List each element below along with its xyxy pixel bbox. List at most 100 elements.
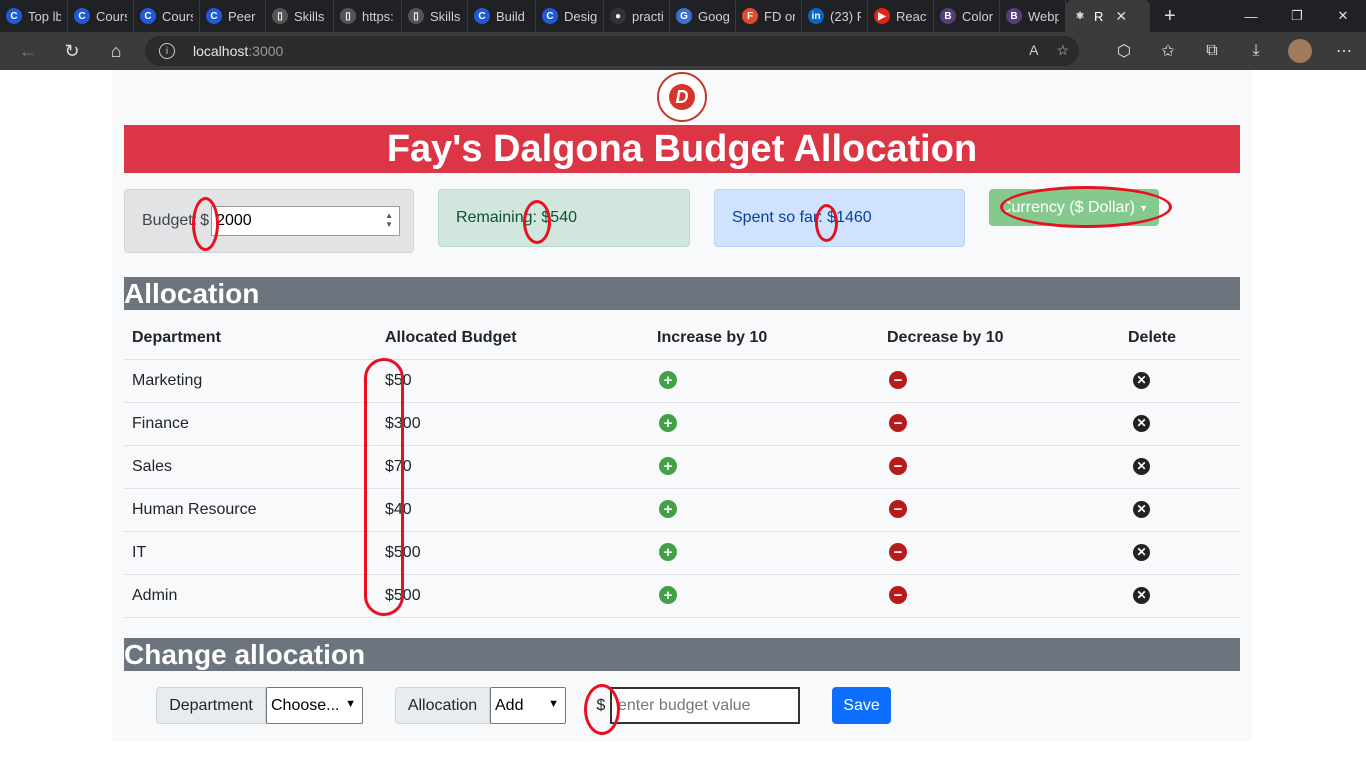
address-bar[interactable]: i localhost:3000 A ☆: [145, 36, 1079, 66]
minus-circle-icon[interactable]: −: [889, 371, 907, 390]
budget-input[interactable]: 2000 ▲ ▼: [211, 206, 401, 236]
spent-value: $1460: [827, 209, 872, 226]
close-circle-icon[interactable]: ✕: [1133, 543, 1150, 561]
minus-circle-icon[interactable]: −: [889, 457, 907, 476]
browser-tab[interactable]: ▯ https:: [334, 0, 402, 32]
change-allocation-heading: Change allocation: [124, 638, 1240, 671]
allocated-budget-cell: $500: [377, 574, 649, 618]
close-circle-icon[interactable]: ✕: [1133, 586, 1150, 604]
browser-tab[interactable]: ▯ Skills: [402, 0, 468, 32]
close-tab-icon[interactable]: ✕: [1115, 8, 1127, 25]
browser-tab[interactable]: C Peer (: [200, 0, 266, 32]
close-circle-icon[interactable]: ✕: [1133, 457, 1150, 475]
minus-circle-icon[interactable]: −: [889, 414, 907, 433]
close-window-icon[interactable]: ✕: [1320, 0, 1366, 32]
tab-label: Top lb: [28, 8, 61, 24]
department-select[interactable]: Choose... ▼: [266, 687, 363, 724]
delete-cell: ✕: [1120, 488, 1240, 532]
close-circle-icon[interactable]: ✕: [1133, 500, 1150, 518]
department-cell: Admin: [124, 574, 377, 618]
back-arrow-icon[interactable]: ←: [6, 32, 50, 70]
table-row: Sales $70 + − ✕: [124, 445, 1240, 489]
spent-card: Spent so far: $1460: [714, 189, 965, 247]
minimize-icon[interactable]: —: [1228, 0, 1274, 32]
minus-circle-icon[interactable]: −: [889, 543, 907, 562]
allocated-budget-cell: $70: [377, 445, 649, 489]
collections-icon[interactable]: ⧉: [1190, 32, 1234, 70]
delete-cell: ✕: [1120, 402, 1240, 446]
currency-dropdown-button[interactable]: Currency ($ Dollar) ▼: [989, 189, 1159, 226]
tab-favicon-icon: C: [206, 8, 222, 24]
tab-favicon-icon: C: [474, 8, 490, 24]
delete-cell: ✕: [1120, 445, 1240, 489]
close-circle-icon[interactable]: ✕: [1133, 414, 1150, 432]
tab-favicon-icon: C: [140, 8, 156, 24]
table-row: Human Resource $40 + − ✕: [124, 488, 1240, 532]
department-cell: Marketing: [124, 359, 377, 403]
favorite-star-icon[interactable]: ☆: [1056, 42, 1069, 59]
reload-icon[interactable]: ↻: [50, 32, 94, 70]
browser-tab[interactable]: ▶ React: [868, 0, 934, 32]
browser-tab[interactable]: G Goog: [670, 0, 736, 32]
plus-circle-icon[interactable]: +: [659, 500, 677, 519]
page-scrollbar[interactable]: [1350, 70, 1366, 768]
address-toolbar: ← ↻ ⌂ i localhost:3000 A ☆ ⬡ ✩ ⧉ ⤓ ⋯: [0, 32, 1366, 70]
allocation-type-value: Add: [495, 696, 524, 714]
browser-tab[interactable]: C Top lb: [0, 0, 68, 32]
plus-circle-icon[interactable]: +: [659, 586, 677, 605]
read-aloud-icon[interactable]: A: [1029, 42, 1038, 59]
browser-tab[interactable]: C Cours: [134, 0, 200, 32]
browser-tab[interactable]: F FD or: [736, 0, 802, 32]
favorites-icon[interactable]: ✩: [1146, 32, 1190, 70]
column-header-allocated-budget: Allocated Budget: [377, 318, 649, 360]
tab-label: Build: [496, 8, 525, 24]
browser-tab[interactable]: ⚛ R ✕: [1066, 0, 1150, 32]
extensions-icon[interactable]: ⬡: [1102, 32, 1146, 70]
tab-favicon-icon: C: [6, 8, 22, 24]
new-tab-button[interactable]: +: [1150, 0, 1190, 32]
budget-value-input[interactable]: enter budget value: [610, 687, 800, 724]
allocated-budget-cell: $40: [377, 488, 649, 532]
tab-favicon-icon: ▶: [874, 8, 890, 24]
downloads-icon[interactable]: ⤓: [1234, 32, 1278, 70]
chevron-down-icon: ▼: [345, 698, 356, 710]
browser-tab[interactable]: ▯ Skills: [266, 0, 334, 32]
page-title: Fay's Dalgona Budget Allocation: [124, 125, 1240, 173]
browser-tab[interactable]: ● practi: [604, 0, 670, 32]
browser-tab[interactable]: C Build: [468, 0, 536, 32]
browser-tab[interactable]: B Color: [934, 0, 1000, 32]
plus-circle-icon[interactable]: +: [659, 371, 677, 390]
tab-favicon-icon: in: [808, 8, 824, 24]
minus-circle-icon[interactable]: −: [889, 500, 907, 519]
restore-icon[interactable]: ❐: [1274, 0, 1320, 32]
table-row: Finance $300 + − ✕: [124, 402, 1240, 446]
site-info-icon[interactable]: i: [159, 43, 175, 59]
tab-favicon-icon: F: [742, 8, 758, 24]
tab-label: Peer (: [228, 8, 259, 24]
department-select-label: Department: [156, 687, 266, 724]
minus-circle-icon[interactable]: −: [889, 586, 907, 605]
home-icon[interactable]: ⌂: [94, 32, 138, 70]
plus-circle-icon[interactable]: +: [659, 457, 677, 476]
increase-cell: +: [649, 488, 879, 532]
tab-favicon-icon: ▯: [408, 8, 424, 24]
browser-tab[interactable]: in (23) F: [802, 0, 868, 32]
profile-avatar[interactable]: [1278, 32, 1322, 70]
allocation-type-select[interactable]: Add ▼: [490, 687, 566, 724]
more-menu-icon[interactable]: ⋯: [1322, 32, 1366, 70]
save-button[interactable]: Save: [832, 687, 891, 724]
tab-label: Skills: [430, 8, 461, 24]
browser-tab[interactable]: C Cours: [68, 0, 134, 32]
allocation-heading: Allocation: [124, 277, 1240, 310]
plus-circle-icon[interactable]: +: [659, 543, 677, 562]
app-container: D Fay's Dalgona Budget Allocation Budget…: [112, 70, 1252, 742]
close-circle-icon[interactable]: ✕: [1133, 371, 1150, 389]
tab-label: Color: [962, 8, 993, 24]
browser-tab[interactable]: C Desig: [536, 0, 604, 32]
tab-favicon-icon: C: [74, 8, 90, 24]
plus-circle-icon[interactable]: +: [659, 414, 677, 433]
budget-spinner[interactable]: ▲ ▼: [385, 211, 393, 229]
increase-cell: +: [649, 531, 879, 575]
browser-tab[interactable]: B Webp: [1000, 0, 1066, 32]
column-header-department: Department: [124, 318, 377, 360]
